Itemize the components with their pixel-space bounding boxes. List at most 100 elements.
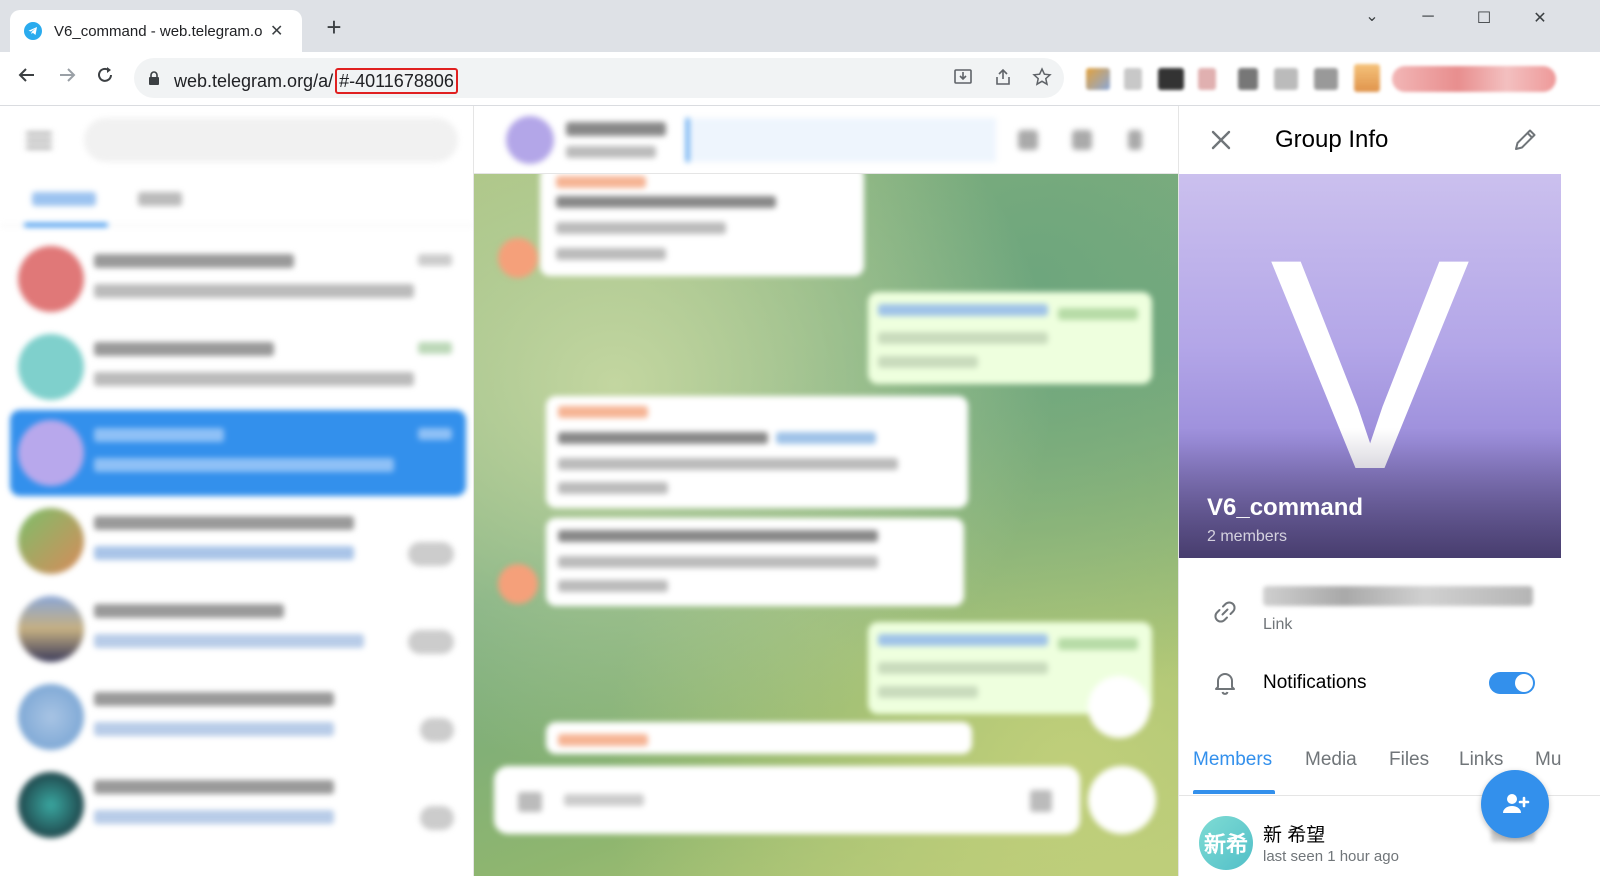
chat-avatar: [18, 420, 84, 486]
browser-tab[interactable]: V6_command - web.telegram.org ✕: [10, 10, 302, 52]
chat-header-subtitle: [566, 146, 656, 158]
group-avatar-cover[interactable]: V V6_command 2 members: [1179, 174, 1561, 558]
toggle-knob: [1515, 674, 1533, 692]
chat-title: [94, 780, 334, 794]
bookmark-star-icon[interactable]: [1031, 67, 1053, 89]
chat-avatar: [18, 508, 84, 574]
unread-badge: [408, 630, 454, 654]
back-icon[interactable]: [12, 64, 42, 94]
notifications-row[interactable]: Notifications: [1179, 672, 1600, 704]
chat-list-item-active[interactable]: [10, 410, 466, 496]
reload-icon[interactable]: [90, 64, 120, 94]
notifications-toggle[interactable]: [1489, 672, 1535, 694]
share-icon[interactable]: [992, 67, 1014, 89]
telegram-icon: [24, 22, 42, 40]
tab-links[interactable]: Links: [1459, 749, 1503, 771]
chat-preview: [94, 546, 354, 560]
group-info-header: Group Info: [1179, 106, 1600, 174]
tab-music[interactable]: Mu: [1535, 749, 1561, 771]
lock-icon: [148, 71, 160, 90]
search-input[interactable]: [84, 118, 458, 162]
chat-title: [94, 604, 284, 618]
tab-media[interactable]: Media: [1305, 749, 1357, 771]
chat-preview: [94, 372, 414, 386]
url-text: web.telegram.org/a/#-4011678806: [174, 68, 458, 94]
add-member-button[interactable]: [1481, 770, 1549, 838]
message-bubble-incoming[interactable]: [546, 396, 968, 508]
chat-preview: [94, 284, 414, 298]
forward-icon[interactable]: [52, 64, 82, 94]
search-chat-icon[interactable]: [1018, 130, 1038, 150]
call-icon[interactable]: [1072, 130, 1092, 150]
install-app-icon[interactable]: [952, 67, 974, 89]
extension-icon[interactable]: [1238, 68, 1258, 90]
extension-icon[interactable]: [1124, 68, 1142, 90]
tab-files[interactable]: Files: [1389, 749, 1429, 771]
extension-icon[interactable]: [1314, 68, 1338, 90]
maximize-icon[interactable]: ☐: [1464, 8, 1504, 32]
unread-badge: [408, 542, 454, 566]
scroll-down-button[interactable]: [1088, 676, 1150, 738]
sender-avatar[interactable]: [498, 564, 538, 604]
new-tab-button[interactable]: +: [320, 14, 348, 42]
chat-list-item[interactable]: [10, 762, 466, 848]
invite-link-value: [1263, 586, 1533, 606]
chat-list-item[interactable]: [10, 674, 466, 760]
message-bubble-incoming[interactable]: [546, 518, 964, 606]
more-options-icon[interactable]: [1128, 130, 1142, 150]
chat-time: [418, 342, 452, 354]
edit-pencil-icon[interactable]: [1509, 124, 1541, 156]
chat-list-item[interactable]: [10, 324, 466, 410]
chat-header-title: [566, 122, 666, 136]
chat-preview: [94, 722, 334, 736]
voice-record-button[interactable]: [1088, 766, 1156, 834]
message-bubble-outgoing[interactable]: [868, 292, 1152, 384]
message-composer-input[interactable]: [494, 766, 1080, 834]
profile-avatar[interactable]: [1354, 64, 1380, 92]
extension-icon[interactable]: [1274, 68, 1298, 90]
link-label: Link: [1263, 616, 1293, 633]
chat-list-item[interactable]: [10, 498, 466, 584]
window-close-icon[interactable]: ✕: [1520, 8, 1560, 32]
chat-title: [94, 692, 334, 706]
message-bubble-incoming[interactable]: [540, 174, 864, 276]
chat-list-item[interactable]: [10, 236, 466, 322]
extension-icon[interactable]: [1198, 68, 1216, 90]
tab-close-icon[interactable]: ✕: [270, 21, 283, 41]
chat-title: [94, 516, 354, 530]
minimize-icon[interactable]: ─: [1408, 8, 1448, 32]
add-user-icon: [1503, 794, 1530, 813]
update-chip[interactable]: [1392, 66, 1556, 92]
url-prefix: web.telegram.org/a/: [174, 71, 334, 91]
browser-tab-bar: V6_command - web.telegram.org ✕ + ⌄ ─ ☐ …: [0, 0, 1600, 52]
member-last-seen: last seen 1 hour ago: [1263, 848, 1399, 865]
chat-preview: [94, 458, 394, 472]
hamburger-menu-icon[interactable]: [26, 132, 52, 150]
pinned-message[interactable]: [686, 118, 996, 162]
close-icon[interactable]: [1203, 122, 1239, 158]
folder-tab-all[interactable]: [32, 192, 96, 206]
chat-header: [474, 106, 1178, 174]
chat-list-item[interactable]: [10, 586, 466, 672]
chat-avatar: [18, 772, 84, 838]
extension-icon[interactable]: [1158, 68, 1184, 90]
browser-toolbar: web.telegram.org/a/#-4011678806: [0, 52, 1600, 106]
group-link-row[interactable]: Link: [1179, 586, 1600, 646]
chat-header-avatar[interactable]: [506, 116, 554, 164]
chat-avatar: [18, 596, 84, 662]
chat-time: [418, 428, 452, 440]
folder-tab[interactable]: [138, 192, 182, 206]
member-avatar: 新希: [1199, 816, 1253, 870]
extension-icon[interactable]: [1086, 68, 1110, 90]
bell-icon: [1209, 666, 1241, 698]
message-bubble-incoming[interactable]: [546, 722, 972, 754]
url-chat-id-highlight: #-4011678806: [335, 68, 458, 94]
chat-avatar: [18, 684, 84, 750]
chat-preview: [94, 810, 334, 824]
address-bar[interactable]: web.telegram.org/a/#-4011678806: [134, 58, 1064, 98]
sender-avatar[interactable]: [498, 238, 538, 278]
tab-search-icon[interactable]: ⌄: [1352, 6, 1392, 30]
chat-list-sidebar: [0, 106, 474, 876]
tab-members[interactable]: Members: [1193, 749, 1272, 771]
group-name: V6_command: [1207, 494, 1364, 521]
